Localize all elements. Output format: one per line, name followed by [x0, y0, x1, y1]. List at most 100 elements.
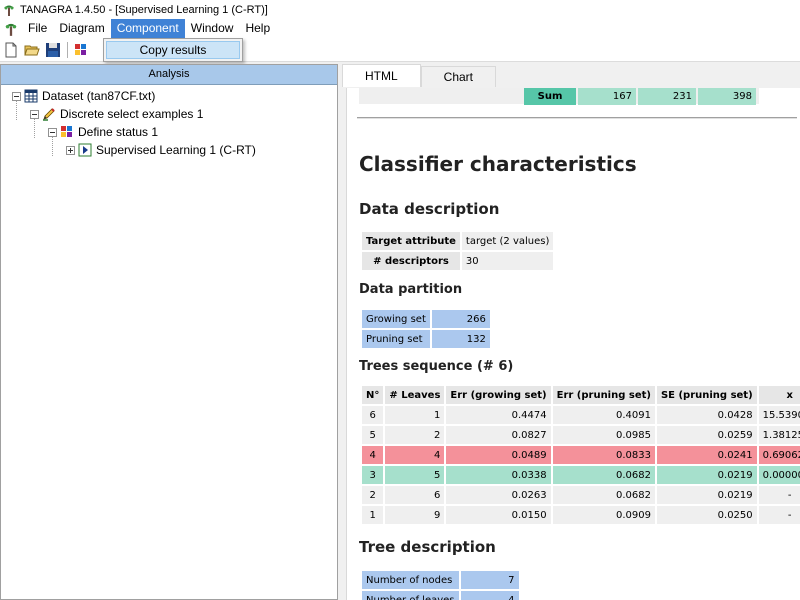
table-cell: 0.0827 [446, 426, 551, 444]
table-value: 30 [461, 252, 554, 270]
table-cell: 6 [362, 406, 384, 424]
table-cell: 0.4091 [552, 406, 655, 424]
analysis-panel: Analysis Dataset (tan87CF.txt) Discrete … [0, 64, 338, 600]
tree-node-label: Supervised Learning 1 (C-RT) [96, 143, 256, 157]
table-cell: 4 [385, 446, 445, 464]
column-header: N° [362, 386, 384, 404]
table-cell: 0.0241 [656, 446, 757, 464]
table-cell: 15.539093 [758, 406, 800, 424]
window-title: TANAGRA 1.4.50 - [Supervised Learning 1 … [20, 3, 268, 16]
data-partition-title: Data partition [359, 282, 463, 297]
results-area: HTML Chart Sum 167 231 398 Classifier ch… [342, 62, 800, 600]
column-header: SE (pruning set) [656, 386, 757, 404]
table-value: 266 [431, 310, 490, 328]
menu-bar: File Diagram Component Window Help [0, 19, 800, 38]
table-cell: 0.0489 [446, 446, 551, 464]
tab-chart[interactable]: Chart [420, 66, 497, 87]
sum-label: Sum [524, 88, 576, 105]
tree-node-label: Discrete select examples 1 [60, 107, 204, 121]
table-label: Target attribute [362, 232, 460, 250]
table-cell: 2 [362, 486, 384, 504]
table-cell: 4 [362, 446, 384, 464]
menu-component[interactable]: Component [110, 19, 185, 38]
title-bar: TANAGRA 1.4.50 - [Supervised Learning 1 … [0, 0, 800, 19]
new-icon[interactable] [2, 41, 20, 59]
tab-html[interactable]: HTML [342, 64, 421, 87]
table-cell: 1 [362, 506, 384, 524]
tanagra-app-icon [2, 3, 16, 17]
column-header: Err (growing set) [446, 386, 551, 404]
table-cell: 0.4474 [446, 406, 551, 424]
tree-description-title: Tree description [359, 538, 496, 556]
table-label: Number of nodes [362, 571, 459, 589]
table-cell: 2 [385, 426, 445, 444]
table-value: target (2 values) [461, 232, 554, 250]
pencil-icon [42, 107, 56, 121]
save-icon[interactable] [44, 41, 62, 59]
table-cell: 1 [385, 406, 445, 424]
sum-row: Sum 167 231 398 [522, 88, 758, 107]
table-cell: 0.0909 [552, 506, 655, 524]
table-cell: 0.0682 [552, 466, 655, 484]
tree-description-table: Number of nodes 7 Number of leaves 4 [360, 569, 521, 600]
table-cell: 0.000000 [758, 466, 800, 484]
table-cell: 0.690626 [758, 446, 800, 464]
table-cell: 0.0338 [446, 466, 551, 484]
analysis-header: Analysis [1, 65, 337, 85]
table-value: 4 [460, 591, 519, 600]
tree-node-label: Dataset (tan87CF.txt) [42, 89, 156, 103]
table-cell: - [758, 506, 800, 524]
component-icon[interactable] [72, 41, 90, 59]
toolbar-separator [67, 41, 68, 58]
table-row: 440.04890.08330.02410.690626 [362, 446, 800, 464]
menu-file[interactable]: File [22, 19, 53, 38]
column-header: x [758, 386, 800, 404]
trees-sequence-table: N° # Leaves Err (growing set) Err (pruni… [360, 384, 800, 526]
table-row: 2 6 0.0263 0.0682 0.0219- [362, 486, 800, 504]
sum-value: 231 [638, 88, 696, 105]
table-cell: 9 [385, 506, 445, 524]
table-row: 610.44740.40910.042815.539093 [362, 406, 800, 424]
open-icon[interactable] [23, 41, 41, 59]
tanagra-child-icon[interactable] [3, 21, 19, 37]
data-partition-table: Growing set 266 Pruning set 132 [360, 308, 492, 350]
table-cell: 0.0682 [552, 486, 655, 504]
tree-node-dataset[interactable]: Dataset (tan87CF.txt) [12, 88, 155, 104]
expand-icon[interactable] [66, 145, 75, 155]
tree-node-supervised-learning[interactable]: Supervised Learning 1 (C-RT) [66, 142, 256, 158]
tree-node-define-status[interactable]: Define status 1 [48, 124, 158, 140]
define-status-icon [60, 125, 74, 139]
classifier-title: Classifier characteristics [359, 152, 637, 176]
sum-value: 167 [578, 88, 636, 105]
table-cell: 0.0259 [656, 426, 757, 444]
table-cell: 6 [385, 486, 445, 504]
collapse-icon[interactable] [12, 91, 21, 101]
table-cell: 0.0150 [446, 506, 551, 524]
data-description-title: Data description [359, 200, 500, 218]
menu-diagram[interactable]: Diagram [53, 19, 110, 38]
table-label: Number of leaves [362, 591, 459, 600]
menu-window[interactable]: Window [185, 19, 240, 38]
component-dropdown: Copy results [103, 38, 243, 62]
results-tabs: HTML Chart [342, 64, 497, 88]
column-header: # Leaves [385, 386, 445, 404]
collapse-icon[interactable] [48, 127, 57, 137]
trees-sequence-title: Trees sequence (# 6) [359, 359, 514, 374]
data-description-table: Target attribute target (2 values) # des… [360, 230, 555, 272]
menu-help[interactable]: Help [239, 19, 276, 38]
table-cell: 5 [362, 426, 384, 444]
table-cell: 0.0219 [656, 466, 757, 484]
table-label: Pruning set [362, 330, 430, 348]
table-cell: 0.0263 [446, 486, 551, 504]
play-icon [78, 143, 92, 157]
table-cell: 0.0428 [656, 406, 757, 424]
table-cell: 3 [362, 466, 384, 484]
menu-item-copy-results[interactable]: Copy results [106, 41, 240, 59]
html-report-view[interactable]: Sum 167 231 398 Classifier characteristi… [346, 88, 800, 600]
collapse-icon[interactable] [30, 109, 39, 119]
table-row: 350.03380.06820.02190.000000 [362, 466, 800, 484]
tree-node-discrete-select[interactable]: Discrete select examples 1 [30, 106, 203, 122]
dataset-table-icon [24, 89, 38, 103]
table-row: 1 9 0.0150 0.0909 0.0250- [362, 506, 800, 524]
table-value: 7 [460, 571, 519, 589]
